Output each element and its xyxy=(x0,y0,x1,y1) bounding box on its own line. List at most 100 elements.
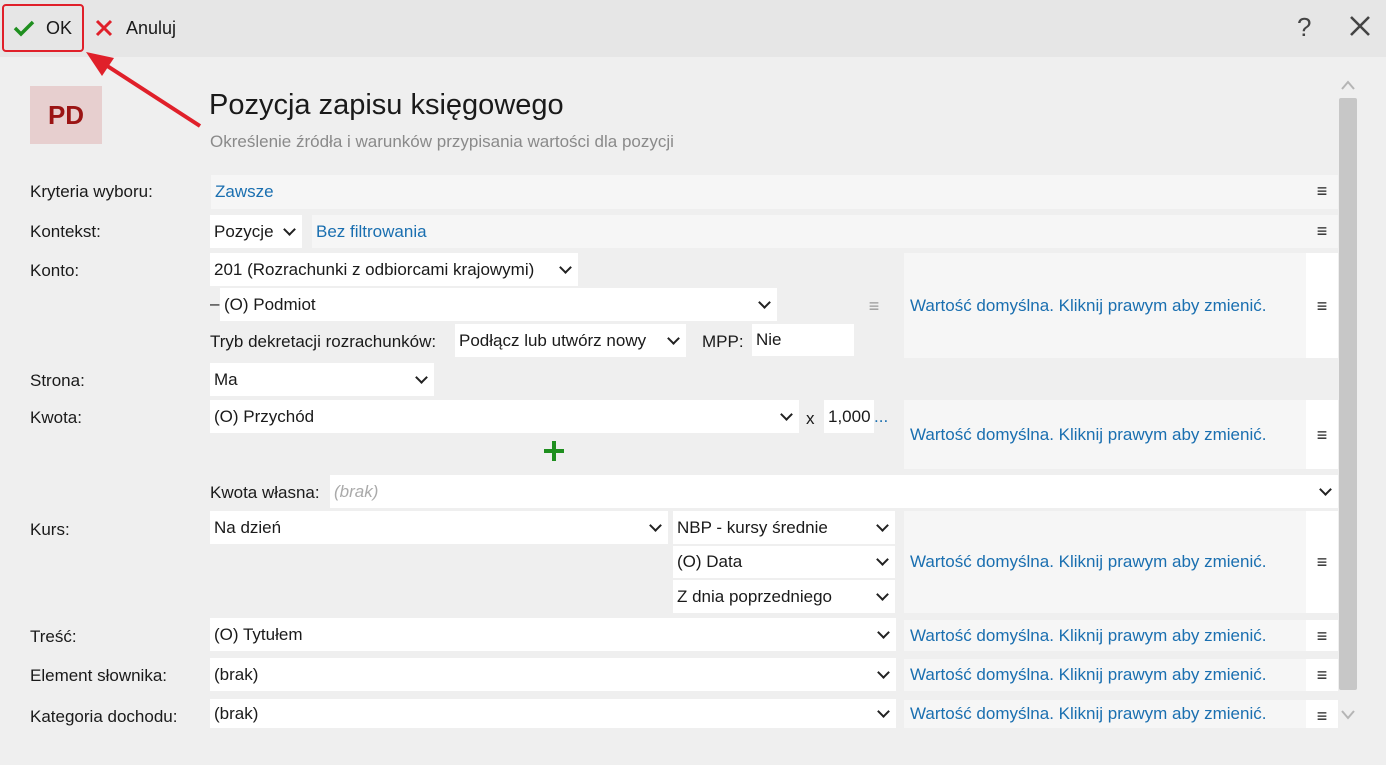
element-value: (brak) xyxy=(214,664,259,684)
chevron-down-icon xyxy=(876,553,889,566)
element-label: Element słownika: xyxy=(30,666,168,685)
element-select[interactable]: (brak) xyxy=(210,658,896,691)
chevron-down-icon xyxy=(877,704,890,718)
strona-label: Strona: xyxy=(30,371,85,390)
kryteria-menu-icon[interactable]: ≡ xyxy=(1310,182,1334,200)
kwota-multiplier-value: 1,000 xyxy=(828,406,871,426)
kategoria-default-value[interactable]: Wartość domyślna. Kliknij prawym aby zmi… xyxy=(904,700,1306,728)
tryb-label: Tryb dekretacji rozrachunków: xyxy=(210,332,437,351)
chevron-down-icon xyxy=(877,665,890,679)
kwota-ellipsis-button[interactable]: ... xyxy=(874,407,888,427)
konto-subject-value: (O) Podmiot xyxy=(224,294,316,314)
konto-label: Konto: xyxy=(30,261,80,280)
tresc-default-value[interactable]: Wartość domyślna. Kliknij prawym aby zmi… xyxy=(904,620,1306,651)
help-button[interactable]: ? xyxy=(1297,12,1311,43)
konto-account-value: 201 (Rozrachunki z odbiorcami krajowymi) xyxy=(214,259,535,279)
kontekst-filter[interactable]: Bez filtrowania xyxy=(312,215,1338,248)
kwota-multiplier-field[interactable]: 1,000 xyxy=(824,400,874,433)
kryteria-field[interactable]: Zawsze xyxy=(211,175,1338,209)
kwota-menu-icon[interactable]: ≡ xyxy=(1310,426,1334,444)
kurs-type-select[interactable]: Na dzień xyxy=(210,511,668,544)
kontekst-filter-value: Bez filtrowania xyxy=(316,221,427,241)
chevron-down-icon xyxy=(1319,482,1332,496)
kurs-menu-icon[interactable]: ≡ xyxy=(1310,553,1334,571)
kategoria-value: (brak) xyxy=(214,703,259,723)
konto-subject-select[interactable]: (O) Podmiot xyxy=(220,288,777,321)
kategoria-select[interactable]: (brak) xyxy=(210,699,896,728)
page-subtitle: Określenie źródła i warunków przypisania… xyxy=(210,132,674,151)
footer-area xyxy=(0,728,1386,765)
scroll-down-icon[interactable] xyxy=(1340,708,1356,722)
tresc-menu-icon[interactable]: ≡ xyxy=(1310,627,1334,645)
kurs-day-select[interactable]: Z dnia poprzedniego xyxy=(673,580,895,613)
kryteria-value: Zawsze xyxy=(215,182,274,201)
tresc-label: Treść: xyxy=(30,627,77,646)
cancel-button[interactable]: Anuluj xyxy=(88,4,188,52)
mpp-label: MPP: xyxy=(702,332,744,351)
kurs-default-text: Wartość domyślna. Kliknij prawym aby zmi… xyxy=(910,552,1267,571)
tryb-select[interactable]: Podłącz lub utwórz nowy xyxy=(455,324,686,357)
chevron-down-icon xyxy=(415,370,428,384)
cancel-label: Anuluj xyxy=(126,17,177,38)
mpp-value: Nie xyxy=(756,330,782,349)
scroll-up-icon[interactable] xyxy=(1340,78,1356,92)
element-default-text: Wartość domyślna. Kliknij prawym aby zmi… xyxy=(910,665,1267,684)
kurs-date-select[interactable]: (O) Data xyxy=(673,546,895,578)
kontekst-label: Kontekst: xyxy=(30,222,101,241)
element-menu-icon[interactable]: ≡ xyxy=(1310,666,1334,684)
chevron-down-icon xyxy=(877,625,890,639)
chevron-down-icon xyxy=(283,222,296,236)
kwota-wlasna-value: (brak) xyxy=(334,481,379,501)
tresc-select[interactable]: (O) Tytułem xyxy=(210,618,896,651)
cancel-x-icon xyxy=(95,19,113,37)
kwota-wlasna-label: Kwota własna: xyxy=(210,483,320,502)
chevron-down-icon xyxy=(559,260,572,274)
chevron-down-icon xyxy=(667,331,680,345)
konto-dash: – xyxy=(210,294,220,313)
chevron-down-icon xyxy=(876,587,889,601)
strona-value: Ma xyxy=(214,369,238,389)
chevron-down-icon xyxy=(780,407,793,421)
kryteria-label: Kryteria wyboru: xyxy=(30,182,153,201)
tresc-default-text: Wartość domyślna. Kliknij prawym aby zmi… xyxy=(910,625,1267,645)
kurs-label: Kurs: xyxy=(30,520,70,539)
scrollbar-thumb[interactable] xyxy=(1339,98,1357,690)
chevron-down-icon xyxy=(758,295,771,309)
konto-account-select[interactable]: 201 (Rozrachunki z odbiorcami krajowymi) xyxy=(210,253,578,286)
kurs-date-value: (O) Data xyxy=(677,552,743,571)
page-title: Pozycja zapisu księgowego xyxy=(209,89,564,121)
kontekst-select-value: Pozycje xyxy=(214,221,274,241)
strona-select[interactable]: Ma xyxy=(210,363,434,396)
kwota-select[interactable]: (O) Przychód xyxy=(210,400,799,433)
kwota-default-value[interactable]: Wartość domyślna. Kliknij prawym aby zmi… xyxy=(904,400,1306,469)
kontekst-select[interactable]: Pozycje xyxy=(210,215,302,248)
kategoria-default-text: Wartość domyślna. Kliknij prawym aby zmi… xyxy=(910,704,1267,723)
ok-label: OK xyxy=(46,17,73,38)
element-default-value[interactable]: Wartość domyślna. Kliknij prawym aby zmi… xyxy=(904,659,1306,691)
close-icon[interactable] xyxy=(1348,14,1372,38)
chevron-down-icon xyxy=(876,518,889,532)
tresc-value: (O) Tytułem xyxy=(214,624,303,644)
konto-default-text: Wartość domyślna. Kliknij prawym aby zmi… xyxy=(910,295,1267,315)
kurs-type-value: Na dzień xyxy=(214,517,282,537)
kategoria-menu-icon[interactable]: ≡ xyxy=(1310,707,1334,725)
konto-subject-menu-icon[interactable]: ≡ xyxy=(862,297,886,315)
kontekst-menu-icon[interactable]: ≡ xyxy=(1310,222,1334,240)
kwota-wlasna-select[interactable]: (brak) xyxy=(330,475,1338,508)
konto-default-value[interactable]: Wartość domyślna. Kliknij prawym aby zmi… xyxy=(904,253,1306,358)
kategoria-label: Kategoria dochodu: xyxy=(30,707,178,726)
kurs-day-value: Z dnia poprzedniego xyxy=(677,586,833,606)
check-icon xyxy=(13,20,35,37)
chevron-down-icon xyxy=(649,518,662,532)
konto-menu-icon[interactable]: ≡ xyxy=(1310,297,1334,315)
kurs-default-value[interactable]: Wartość domyślna. Kliknij prawym aby zmi… xyxy=(904,511,1306,613)
document-type-badge: PD xyxy=(30,86,102,144)
ok-button[interactable]: OK xyxy=(2,4,84,52)
kwota-default-text: Wartość domyślna. Kliknij prawym aby zmi… xyxy=(910,424,1267,444)
mpp-field[interactable]: Nie xyxy=(752,324,854,356)
kurs-table-select[interactable]: NBP - kursy średnie xyxy=(673,511,895,544)
kwota-multiply-label: x xyxy=(806,409,815,428)
tryb-value: Podłącz lub utwórz nowy xyxy=(459,330,647,350)
add-plus-icon[interactable] xyxy=(541,438,567,464)
kwota-value: (O) Przychód xyxy=(214,406,315,426)
